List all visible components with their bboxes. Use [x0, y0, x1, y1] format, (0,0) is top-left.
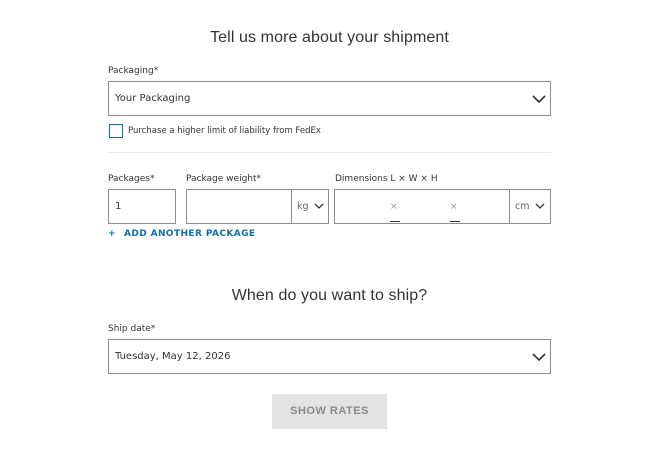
weight-unit-select[interactable]: kg [292, 190, 328, 223]
chevron-down-icon [314, 203, 324, 209]
liability-checkbox[interactable] [109, 124, 123, 138]
dimension-width-input[interactable] [399, 190, 451, 223]
add-another-package-link[interactable]: + ADD ANOTHER PACKAGE [108, 229, 255, 239]
dimensions-field: × × cm [334, 189, 551, 224]
packages-value: 1 [115, 201, 122, 212]
show-rates-button[interactable]: SHOW RATES [272, 394, 387, 429]
packages-label: Packages* [108, 174, 155, 184]
chevron-down-icon [532, 95, 546, 103]
ship-date-heading: When do you want to ship? [231, 287, 428, 304]
chevron-down-icon [532, 353, 546, 361]
ship-date-value: Tuesday, May 12, 2026 [115, 351, 231, 362]
dimension-length-input[interactable] [335, 190, 389, 223]
package-weight-field: kg [186, 189, 329, 224]
dimension-unit-value: cm [515, 201, 530, 212]
packaging-label: Packaging* [108, 66, 159, 76]
dimension-separator: × [390, 202, 398, 212]
dimension-height-underline [450, 221, 460, 222]
dimension-height-input[interactable] [461, 190, 509, 223]
packaging-select[interactable]: Your Packaging [108, 81, 551, 116]
plus-icon: + [108, 229, 116, 239]
liability-checkbox-label[interactable]: Purchase a higher limit of liability fro… [128, 126, 321, 136]
dimension-separator: × [450, 202, 458, 212]
add-another-package-label: ADD ANOTHER PACKAGE [123, 229, 256, 239]
dimension-unit-select[interactable]: cm [510, 190, 550, 223]
divider [108, 152, 551, 153]
shipment-heading: Tell us more about your shipment [210, 29, 449, 46]
dimensions-label: Dimensions L × W × H [335, 174, 438, 184]
packaging-value: Your Packaging [115, 93, 191, 104]
ship-date-label: Ship date* [108, 324, 156, 334]
package-weight-label: Package weight* [186, 174, 262, 184]
chevron-down-icon [535, 203, 545, 209]
packages-input[interactable]: 1 [108, 189, 176, 224]
ship-date-select[interactable]: Tuesday, May 12, 2026 [108, 339, 551, 374]
weight-unit-value: kg [297, 201, 309, 212]
